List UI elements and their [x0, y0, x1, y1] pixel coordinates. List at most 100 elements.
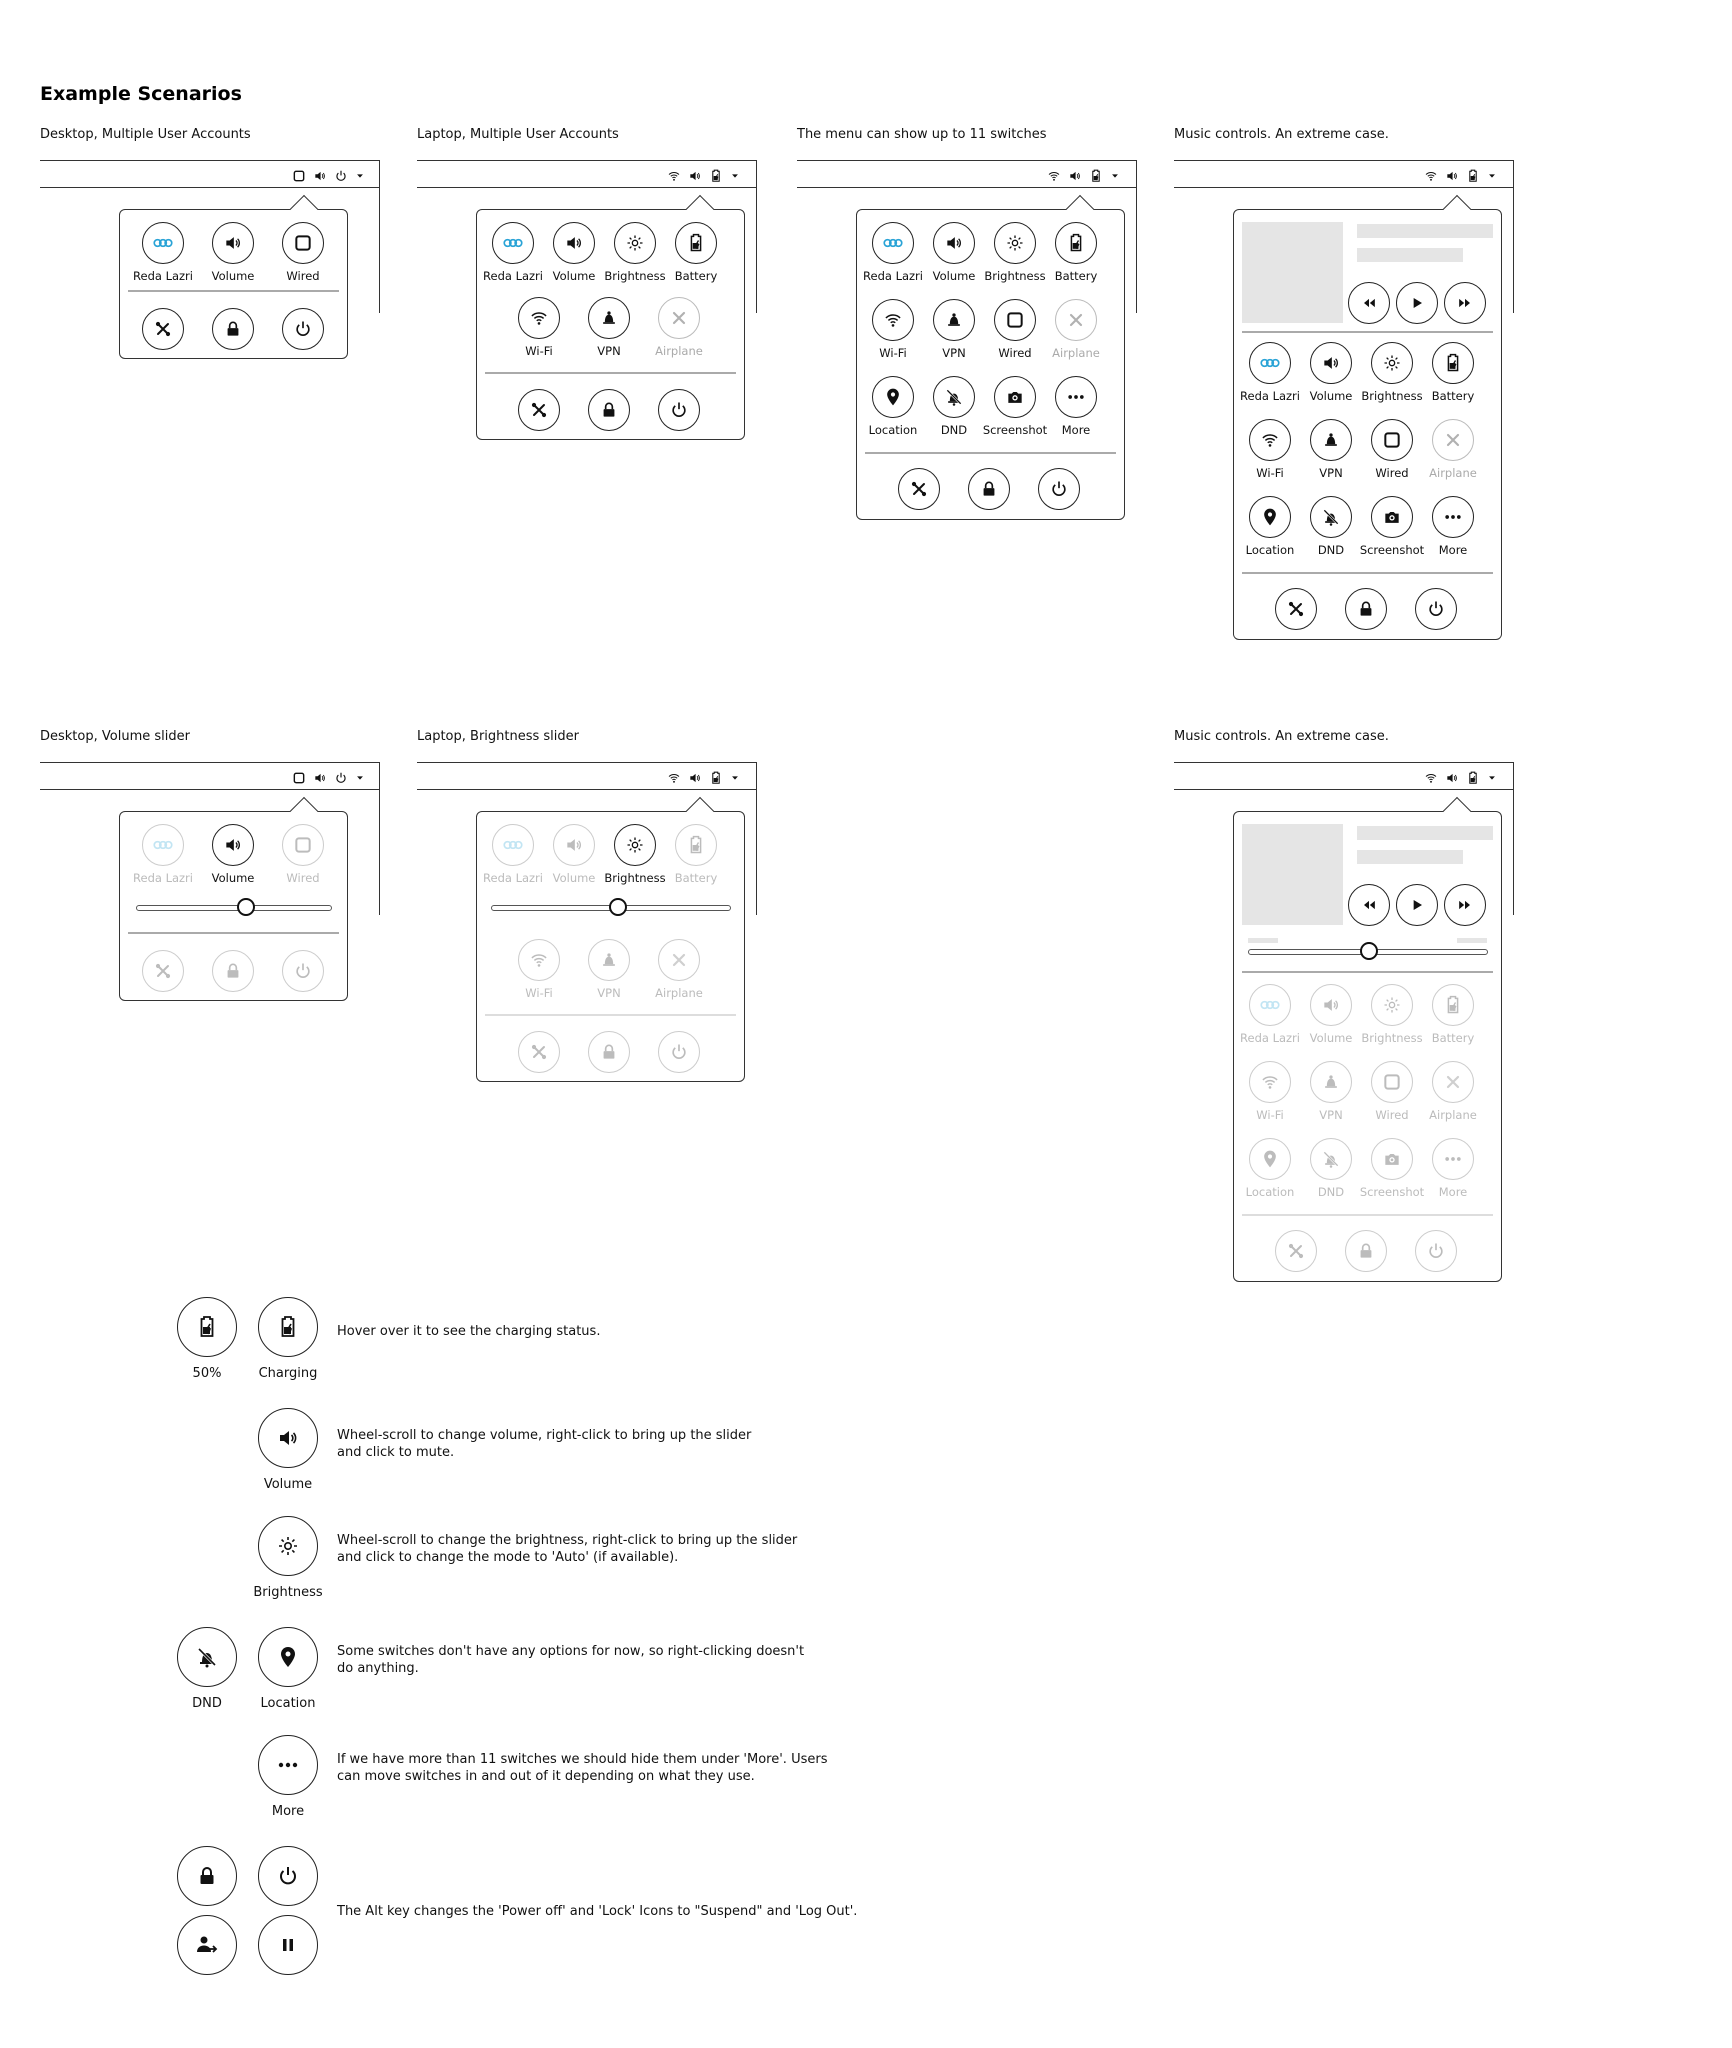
switch-battery[interactable]: Battery [656, 824, 736, 885]
volume-icon[interactable] [1068, 169, 1082, 183]
lock-button[interactable] [1326, 588, 1406, 630]
switch-user[interactable]: Reda Lazri [123, 824, 203, 885]
chevron-down-icon[interactable] [730, 771, 740, 785]
chevron-down-icon[interactable] [355, 169, 365, 183]
chevron-down-icon[interactable] [1110, 169, 1120, 183]
lock-button[interactable] [193, 950, 273, 992]
brightness-slider-knob[interactable] [609, 898, 627, 916]
power-icon[interactable] [334, 169, 348, 183]
lock-switch[interactable] [162, 1846, 252, 1906]
power-button[interactable] [1019, 468, 1099, 510]
battery-icon[interactable] [709, 771, 723, 785]
settings-button[interactable] [123, 950, 203, 992]
switch-vpn[interactable]: VPN [569, 297, 649, 358]
suspend-switch[interactable] [243, 1915, 333, 1975]
chevron-down-icon[interactable] [355, 771, 365, 785]
seek-slider-knob[interactable] [1360, 942, 1378, 960]
switch-battery[interactable]: Battery [656, 222, 736, 283]
switch-battery[interactable]: Battery [1036, 222, 1116, 283]
wifi-icon[interactable] [1047, 169, 1061, 183]
battery-50-switch[interactable]: 50% [162, 1297, 252, 1381]
user-icon [883, 233, 903, 253]
chevron-down-icon[interactable] [1487, 771, 1497, 785]
switch-more[interactable]: More [1413, 496, 1493, 557]
volume-switch[interactable]: Volume [243, 1408, 333, 1492]
switch-wifi[interactable]: Wi-Fi [499, 939, 579, 1000]
switch-airplane[interactable]: Airplane [1413, 1061, 1493, 1122]
wifi-icon[interactable] [1424, 169, 1438, 183]
brightness-slider[interactable] [491, 898, 731, 916]
volume-icon[interactable] [688, 169, 702, 183]
volume-slider[interactable] [136, 898, 332, 916]
switch-wifi[interactable]: Wi-Fi [499, 297, 579, 358]
switch-airplane[interactable]: Airplane [639, 939, 719, 1000]
chevron-down-icon[interactable] [1487, 169, 1497, 183]
settings-button[interactable] [879, 468, 959, 510]
switch-volume[interactable]: Volume [193, 824, 273, 885]
battery-icon[interactable] [1089, 169, 1103, 183]
wired-icon[interactable] [292, 169, 306, 183]
volume-icon[interactable] [1445, 169, 1459, 183]
power-button[interactable] [1396, 588, 1476, 630]
seek-slider[interactable] [1248, 942, 1488, 960]
wifi-icon[interactable] [667, 169, 681, 183]
power-switch[interactable] [243, 1846, 333, 1906]
switch-battery[interactable]: Battery [1413, 342, 1493, 403]
wifi-icon[interactable] [1424, 771, 1438, 785]
power-icon[interactable] [334, 771, 348, 785]
switch-airplane[interactable]: Airplane [639, 297, 719, 358]
settings-button[interactable] [499, 389, 579, 431]
settings-button[interactable] [499, 1031, 579, 1073]
more-switch[interactable]: More [243, 1735, 333, 1819]
battery-icon[interactable] [709, 169, 723, 183]
power-button[interactable] [639, 1031, 719, 1073]
note-more-line2: can move switches in and out of it depen… [337, 1769, 755, 1784]
switch-airplane[interactable]: Airplane [1413, 419, 1493, 480]
volume-icon[interactable] [1445, 771, 1459, 785]
volume-icon[interactable] [688, 771, 702, 785]
switch-wired[interactable]: Wired [263, 222, 343, 283]
switch-vpn[interactable]: VPN [569, 939, 649, 1000]
system-menu: Reda Lazri Volume Brightness Battery Wi-… [856, 194, 1125, 520]
battery-icon[interactable] [1466, 169, 1480, 183]
dnd-switch[interactable]: DND [162, 1627, 252, 1711]
switch-battery[interactable]: Battery [1413, 984, 1493, 1045]
next-button[interactable] [1435, 884, 1495, 926]
switch-more[interactable]: More [1413, 1138, 1493, 1199]
switch-volume[interactable]: Volume [193, 222, 273, 283]
power-button[interactable] [1396, 1230, 1476, 1272]
lock-button[interactable] [193, 308, 273, 350]
battery-charging-switch[interactable]: Charging [243, 1297, 333, 1381]
next-button[interactable] [1435, 282, 1495, 324]
power-button[interactable] [263, 308, 343, 350]
logout-switch[interactable] [162, 1915, 252, 1975]
volume-icon[interactable] [313, 169, 327, 183]
system-menu: Reda Lazri Volume Brightness Battery Wi-… [476, 796, 745, 1082]
switch-user[interactable]: Reda Lazri [123, 222, 203, 283]
scenario-label: Laptop, Multiple User Accounts [417, 127, 619, 142]
volume-icon[interactable] [313, 771, 327, 785]
settings-button[interactable] [123, 308, 203, 350]
switch-airplane[interactable]: Airplane [1036, 299, 1116, 360]
brightness-icon [1005, 233, 1025, 253]
location-switch[interactable]: Location [243, 1627, 333, 1711]
wired-icon[interactable] [292, 771, 306, 785]
chevron-down-icon[interactable] [730, 169, 740, 183]
battery-icon[interactable] [1466, 771, 1480, 785]
volume-slider-knob[interactable] [237, 898, 255, 916]
note-volume-line2: and click to mute. [337, 1445, 455, 1460]
lock-button[interactable] [569, 1031, 649, 1073]
brightness-switch[interactable]: Brightness [243, 1516, 333, 1600]
lock-button[interactable] [1326, 1230, 1406, 1272]
lock-button[interactable] [949, 468, 1029, 510]
power-button[interactable] [263, 950, 343, 992]
switch-more[interactable]: More [1036, 376, 1116, 437]
settings-button[interactable] [1256, 1230, 1336, 1272]
power-button[interactable] [639, 389, 719, 431]
settings-button[interactable] [1256, 588, 1336, 630]
panel-indicators [1047, 169, 1120, 183]
volume-icon [223, 233, 243, 253]
wifi-icon[interactable] [667, 771, 681, 785]
lock-button[interactable] [569, 389, 649, 431]
switch-wired[interactable]: Wired [263, 824, 343, 885]
